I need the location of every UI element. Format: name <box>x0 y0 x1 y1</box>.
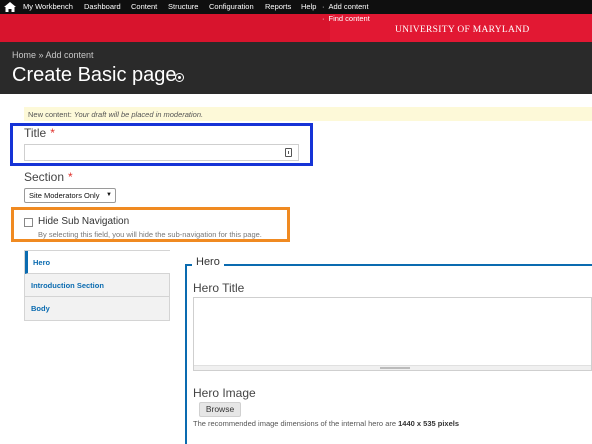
toolbar-add-content[interactable]: Add content <box>322 2 369 12</box>
hero-title-textarea[interactable] <box>193 297 592 371</box>
toolbar-help[interactable]: Help <box>301 2 316 12</box>
brand-bar-left <box>0 14 330 42</box>
toolbar-my-workbench[interactable]: My Workbench <box>23 2 73 12</box>
toolbar-content[interactable]: Content <box>131 2 157 12</box>
hero-image-label: Hero Image <box>193 386 256 400</box>
toolbar-reports[interactable]: Reports <box>265 2 291 12</box>
shortcut-star-icon[interactable] <box>175 73 184 82</box>
notice-prefix: New content: <box>28 110 74 119</box>
grip-icon <box>380 367 410 369</box>
hero-legend: Hero <box>192 256 224 268</box>
hero-fieldset-left-border <box>185 264 187 444</box>
title-highlight-box <box>10 123 313 166</box>
moderation-notice: New content: Your draft will be placed i… <box>24 107 592 121</box>
toolbar-find-content[interactable]: Find content <box>322 14 370 24</box>
section-label: Section * <box>24 170 73 184</box>
section-label-text: Section <box>24 170 65 184</box>
textarea-resize-handle[interactable] <box>194 365 591 370</box>
toolbar-structure[interactable]: Structure <box>168 2 198 12</box>
tab-hero[interactable]: Hero <box>25 251 170 274</box>
admin-toolbar: My Workbench Dashboard Content Structure… <box>0 0 592 14</box>
hero-desc-dims: 1440 x 535 pixels <box>398 419 460 428</box>
page-title: Create Basic page <box>12 64 177 86</box>
toolbar-dashboard[interactable]: Dashboard <box>84 2 121 12</box>
hide-sub-nav-label[interactable]: Hide Sub Navigation <box>38 216 129 227</box>
section-selected-value: Site Moderators Only <box>29 191 100 200</box>
section-select[interactable]: Site Moderators Only ▼ <box>24 188 116 203</box>
toolbar-configuration[interactable]: Configuration <box>209 2 254 12</box>
tab-body[interactable]: Body <box>25 297 170 320</box>
hero-desc-text: The recommended image dimensions of the … <box>193 419 399 428</box>
vertical-tabs: Hero Introduction Section Body <box>24 250 170 321</box>
hero-title-label: Hero Title <box>193 281 245 295</box>
required-marker: * <box>68 170 73 184</box>
hide-sub-nav-checkbox[interactable] <box>24 218 33 227</box>
browse-button[interactable]: Browse <box>199 402 241 417</box>
chevron-down-icon: ▼ <box>106 192 112 198</box>
notice-message: Your draft will be placed in moderation. <box>73 110 204 119</box>
hero-fieldset-border <box>185 264 592 266</box>
hero-image-description: The recommended image dimensions of the … <box>193 419 459 428</box>
university-logo-text[interactable]: UNIVERSITY OF MARYLAND <box>395 25 530 35</box>
hide-sub-nav-description: By selecting this field, you will hide t… <box>38 230 262 239</box>
breadcrumb[interactable]: Home » Add content <box>12 50 94 60</box>
home-icon[interactable] <box>4 2 16 12</box>
brand-bar: UNIVERSITY OF MARYLAND <box>0 14 592 42</box>
page-header: Home » Add content Create Basic page <box>0 42 592 94</box>
tab-introduction-section[interactable]: Introduction Section <box>25 274 170 297</box>
